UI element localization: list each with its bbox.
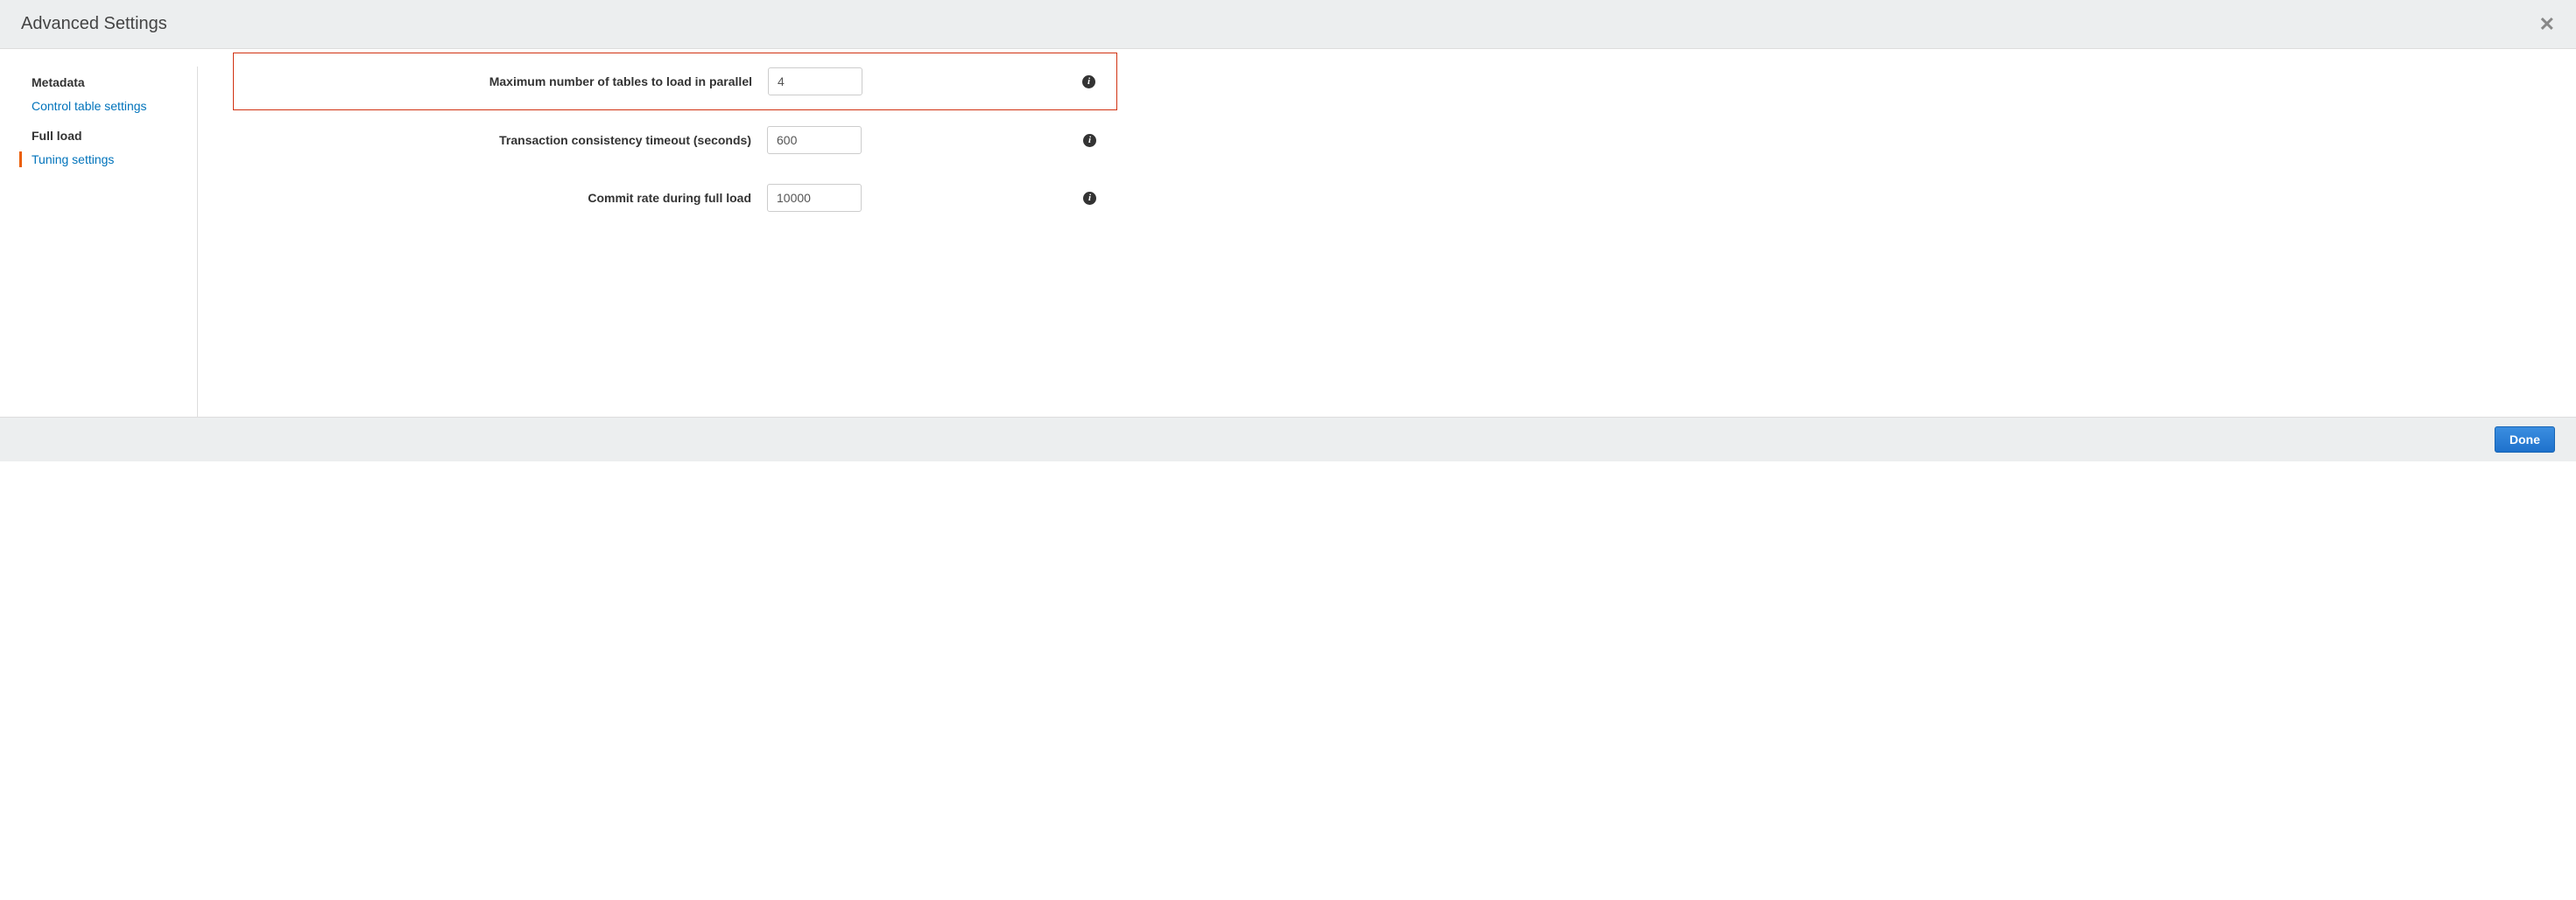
sidebar-link-control-table-settings[interactable]: Control table settings bbox=[32, 95, 190, 123]
sidebar: Metadata Control table settings Full loa… bbox=[0, 67, 198, 417]
input-max-tables[interactable] bbox=[768, 67, 862, 95]
sidebar-link-tuning-settings[interactable]: Tuning settings bbox=[32, 148, 190, 177]
info-icon[interactable]: i bbox=[1083, 192, 1096, 205]
done-button[interactable]: Done bbox=[2495, 426, 2555, 453]
info-icon[interactable]: i bbox=[1082, 75, 1095, 88]
modal-footer: Done bbox=[0, 417, 2576, 461]
label-max-tables: Maximum number of tables to load in para… bbox=[234, 74, 768, 88]
label-commit-rate: Commit rate during full load bbox=[233, 191, 767, 205]
input-commit-rate[interactable] bbox=[767, 184, 862, 212]
form-row-commit-rate: Commit rate during full load i bbox=[233, 184, 1117, 212]
label-transaction-timeout: Transaction consistency timeout (seconds… bbox=[233, 133, 767, 147]
modal-title: Advanced Settings bbox=[21, 14, 167, 34]
form-row-transaction-timeout: Transaction consistency timeout (seconds… bbox=[233, 126, 1117, 154]
close-icon[interactable]: ✕ bbox=[2539, 15, 2555, 34]
modal-body: Metadata Control table settings Full loa… bbox=[0, 49, 2576, 417]
form-row-max-tables: Maximum number of tables to load in para… bbox=[233, 53, 1117, 110]
input-transaction-timeout[interactable] bbox=[767, 126, 862, 154]
form-content: Maximum number of tables to load in para… bbox=[198, 67, 2576, 417]
sidebar-heading-metadata: Metadata bbox=[32, 70, 190, 95]
modal-header: Advanced Settings ✕ bbox=[0, 0, 2576, 49]
info-icon[interactable]: i bbox=[1083, 134, 1096, 147]
sidebar-heading-full-load: Full load bbox=[32, 123, 190, 148]
